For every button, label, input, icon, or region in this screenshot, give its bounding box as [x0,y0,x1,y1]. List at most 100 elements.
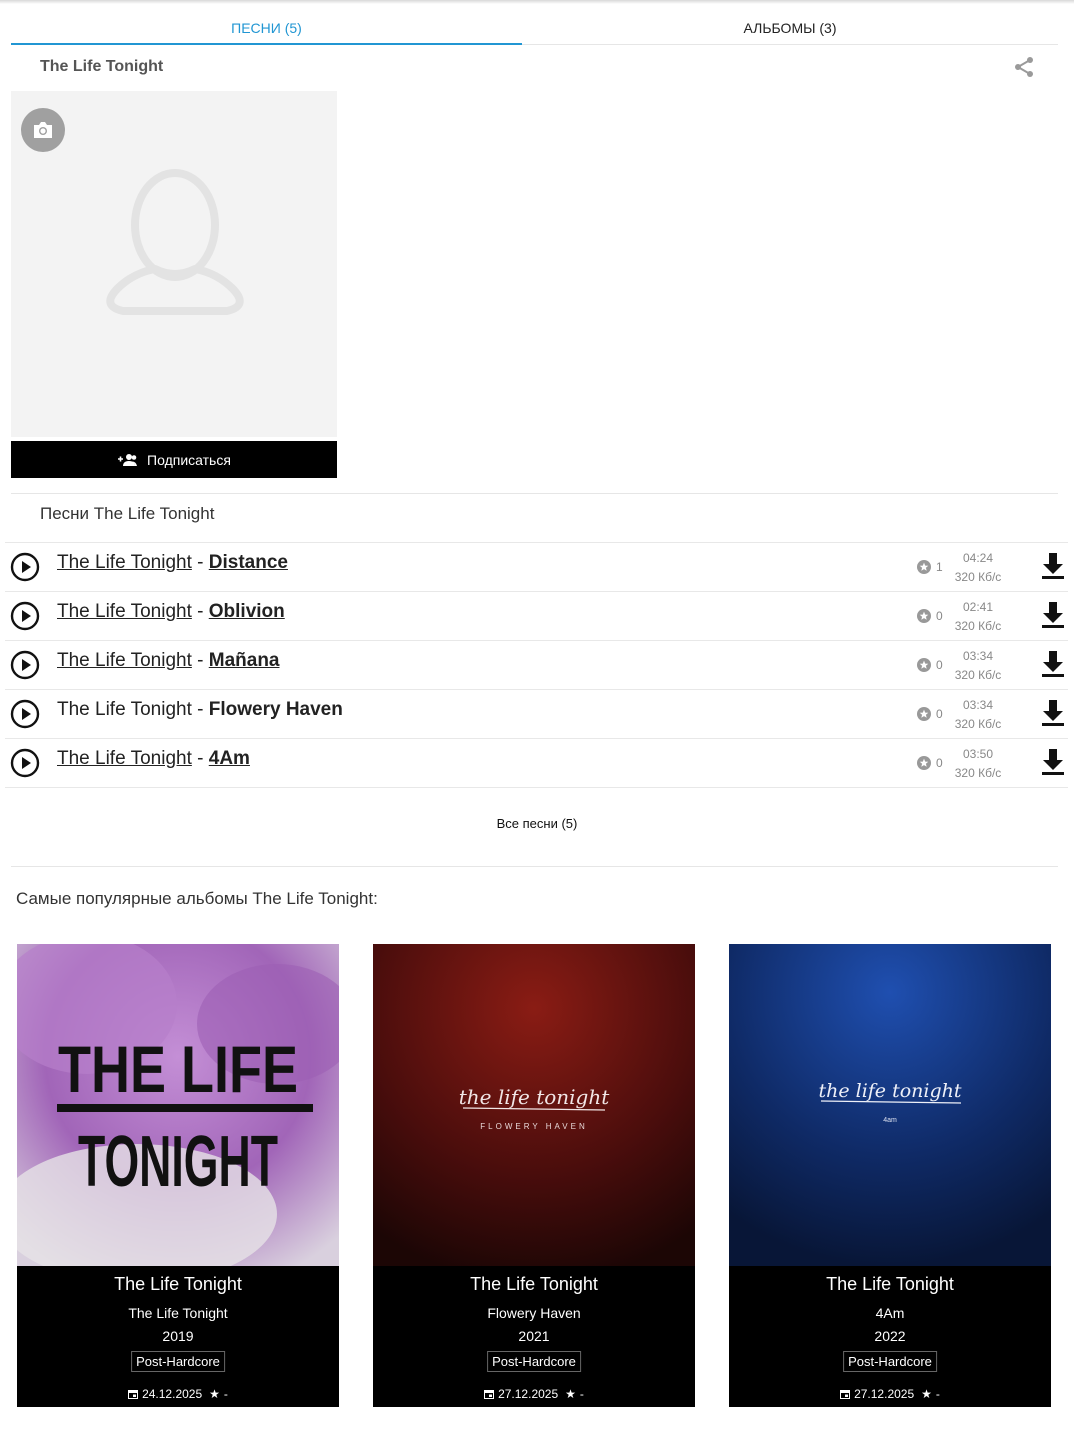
album-date: 24.12.2025 [142,1387,203,1401]
song-separator: - [197,748,204,769]
album-cover: the life tonight 4am [729,944,1051,1266]
star-circle-icon [917,658,931,672]
subscribe-button[interactable]: Подписаться [11,441,337,478]
song-rating-value: 0 [936,756,943,770]
song-track-link[interactable]: 4Am [209,748,250,769]
genre-badge[interactable]: Post-Hardcore [843,1351,937,1372]
song-duration: 03:34 [962,649,994,663]
play-icon[interactable] [10,601,40,631]
tab-songs[interactable]: ПЕСНИ (5) [11,14,522,45]
album-rating: - [935,1387,940,1401]
song-artist-link[interactable]: The Life Tonight [57,650,192,671]
artist-photo-placeholder [11,91,337,437]
song-rating: 0 [917,707,943,721]
song-rating-value: 0 [936,658,943,672]
album-rating: - [223,1387,228,1401]
album-title: Flowery Haven [487,1305,581,1321]
album-card[interactable]: the life tonight FLOWERY HAVEN The Life … [373,944,695,1407]
album-card[interactable]: the life tonight 4am The Life Tonight 4A… [729,944,1051,1407]
album-date-row: 27.12.2025 ★ - [373,1387,695,1401]
song-title: The Life Tonight - 4Am [57,748,250,770]
song-meta: 02:41 320 Кб/с [947,598,1009,636]
svg-text:TONIGHT: TONIGHT [78,1122,278,1202]
song-separator: - [197,699,204,720]
song-title: The Life Tonight - Oblivion [57,601,285,623]
song-track-link[interactable]: Distance [209,552,288,573]
play-icon[interactable] [10,748,40,778]
svg-text:the life tonight: the life tonight [459,1085,611,1109]
song-track: Flowery Haven [208,699,343,720]
divider [11,493,1058,494]
download-icon[interactable] [1041,552,1065,580]
song-rating-value: 1 [936,560,943,574]
album-title: 4Am [875,1305,905,1321]
song-artist: The Life Tonight [57,699,192,720]
song-rating-value: 0 [936,609,943,623]
song-rating: 0 [917,658,943,672]
album-card[interactable]: THE LIFE TONIGHT The Life Tonight The Li… [17,944,339,1407]
song-bitrate: 320 Кб/с [954,717,1002,731]
genre-badge[interactable]: Post-Hardcore [487,1351,581,1372]
song-row: The Life Tonight - 4Am 0 03:50 320 Кб/с [5,738,1068,788]
song-artist-link[interactable]: The Life Tonight [57,552,192,573]
all-songs-link[interactable]: Все песни (5) [0,816,1074,831]
star-circle-icon [917,560,931,574]
song-list: The Life Tonight - Distance 1 04:24 320 … [5,542,1068,788]
share-icon[interactable] [1012,55,1036,79]
song-artist-link[interactable]: The Life Tonight [57,748,192,769]
song-title: The Life Tonight - Flowery Haven [57,699,343,721]
song-row: The Life Tonight - Mañana 0 03:34 320 Кб… [5,640,1068,689]
song-duration: 02:41 [962,600,994,614]
play-icon[interactable] [10,699,40,729]
album-cover: the life tonight FLOWERY HAVEN [373,944,695,1266]
download-icon[interactable] [1041,699,1065,727]
divider [11,866,1058,867]
album-artist: The Life Tonight [114,1274,242,1294]
svg-text:4am: 4am [883,1117,897,1124]
album-date: 27.12.2025 [854,1387,915,1401]
song-artist-link[interactable]: The Life Tonight [57,601,192,622]
svg-text:FLOWERY HAVEN: FLOWERY HAVEN [480,1122,587,1131]
album-year: 2021 [518,1328,550,1344]
subscribe-label: Подписаться [147,451,231,468]
play-icon[interactable] [10,552,40,582]
star-circle-icon [917,609,931,623]
svg-text:the life tonight: the life tonight [818,1080,961,1102]
download-icon[interactable] [1041,748,1065,776]
star-circle-icon [917,756,931,770]
song-title: The Life Tonight - Mañana [57,650,280,672]
song-bitrate: 320 Кб/с [954,570,1002,584]
song-meta: 03:34 320 Кб/с [947,647,1009,685]
album-title: The Life Tonight [128,1305,228,1321]
genre-badge[interactable]: Post-Hardcore [131,1351,225,1372]
song-separator: - [197,601,204,622]
download-icon[interactable] [1041,601,1065,629]
song-row: The Life Tonight - Flowery Haven 0 03:34… [5,689,1068,738]
song-title: The Life Tonight - Distance [57,552,288,574]
add-user-icon [118,453,138,466]
star-icon: ★ [921,1387,932,1401]
camera-icon[interactable] [21,108,65,152]
album-year: 2022 [874,1328,906,1344]
star-icon: ★ [209,1387,220,1401]
song-track-link[interactable]: Oblivion [209,601,285,622]
song-rating: 0 [917,609,943,623]
album-date: 27.12.2025 [498,1387,559,1401]
download-icon[interactable] [1041,650,1065,678]
song-meta: 03:34 320 Кб/с [947,696,1009,734]
song-bitrate: 320 Кб/с [954,619,1002,633]
song-bitrate: 320 Кб/с [954,668,1002,682]
song-separator: - [197,650,204,671]
song-row: The Life Tonight - Oblivion 0 02:41 320 … [5,591,1068,640]
album-artist: The Life Tonight [470,1274,598,1294]
song-track-link[interactable]: Mañana [209,650,280,671]
calendar-icon [128,1390,139,1399]
play-icon[interactable] [10,650,40,680]
albums-heading: Самые популярные альбомы The Life Tonigh… [16,889,378,908]
top-shadow [0,0,1074,4]
song-rating: 1 [917,560,943,574]
song-meta: 03:50 320 Кб/с [947,745,1009,783]
song-duration: 03:34 [962,698,994,712]
song-separator: - [197,552,204,573]
tab-albums[interactable]: АЛЬБОМЫ (3) [522,14,1058,43]
